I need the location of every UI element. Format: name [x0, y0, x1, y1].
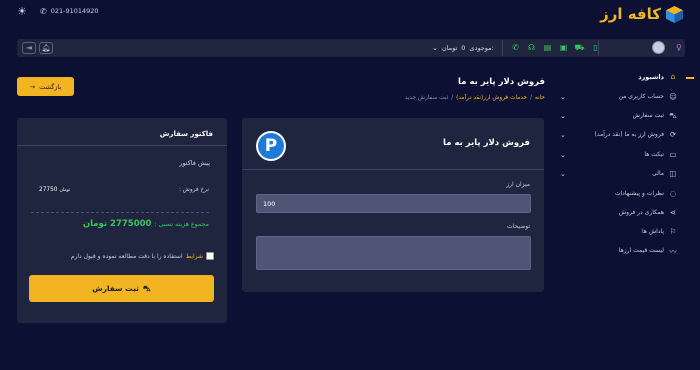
quick-actions: ✆ ☊ ▤ ▣ ⛟ ▯ — [510, 42, 601, 54]
breadcrumb-separator: / — [529, 95, 532, 101]
sidebar-item-price-list[interactable]: 〰 لیست قیمت ارزها — [560, 245, 700, 259]
divider — [502, 40, 503, 56]
chevron-down-icon: ⌄ — [560, 93, 566, 101]
amount-input[interactable] — [256, 194, 531, 213]
form-title: فروش دلار پایر به ما — [443, 138, 530, 148]
sidebar-item-label: مالی — [652, 170, 664, 177]
total-label: مجموع هزینه نسبی : — [154, 221, 209, 228]
home-icon: ⌂ — [670, 72, 676, 81]
breadcrumb-home[interactable]: خانه — [535, 95, 545, 101]
phone-icon[interactable]: ✆ — [510, 42, 521, 53]
headset-icon[interactable]: ☊ — [526, 42, 537, 53]
sidebar-item-label: تیکت ها — [644, 151, 664, 158]
bell-icon: 🔔︎ — [41, 44, 51, 52]
gift-icon: ⚐ — [669, 227, 677, 236]
invoice-subtitle: پیش فاکتور — [179, 159, 210, 167]
payeer-letter: P — [258, 133, 284, 159]
sun-icon[interactable]: ☀ — [17, 6, 28, 17]
divider — [31, 212, 209, 213]
avatar[interactable] — [652, 41, 665, 54]
divider — [242, 169, 544, 170]
amount-label: میزان ارز — [506, 181, 530, 188]
notifications-button[interactable]: 🔔︎ — [39, 42, 53, 54]
document-icon[interactable]: ▤ — [542, 42, 553, 53]
sidebar-item-sell-currency[interactable]: ⌄ ⟳ فروش ارز به ما (نقد درآمد) — [560, 129, 700, 143]
terms-checkbox[interactable] — [206, 252, 214, 260]
sidebar-item-affiliate[interactable]: ⋖ همکاری در فروش — [560, 207, 700, 221]
rate-number: 27750 — [39, 187, 58, 193]
sidebar-item-order[interactable]: ⌄ ⛍ ثبت سفارش — [560, 110, 700, 124]
refresh-icon: ⟳ — [669, 130, 677, 139]
breadcrumb-current: ثبت سفارش جدید — [404, 95, 449, 101]
logout-icon: ⇥ — [26, 44, 32, 52]
terms-text: استفاده را با دقت مطالعه نموده و قبول دا… — [70, 252, 183, 260]
balance-dropdown[interactable]: ⌄ تومان 0 موجودی: — [432, 41, 494, 55]
chevron-down-icon: ⌄ — [560, 151, 566, 159]
user-icon: ☺ — [669, 92, 677, 101]
back-button[interactable]: بازگشت → — [17, 77, 74, 96]
rate-label: نرخ فروش : — [178, 187, 209, 193]
balance-unit: تومان — [441, 44, 458, 52]
comment-icon: ◌ — [669, 189, 677, 198]
total-value: 2775000 تومان — [82, 219, 152, 229]
cube-logo-icon — [665, 5, 684, 23]
cart-icon: ⛍ — [142, 283, 151, 293]
phone-icon: ✆ — [40, 6, 47, 16]
sidebar-item-label: حساب کاربری من — [618, 93, 664, 100]
description-label: توضیحات — [506, 223, 530, 230]
car-icon[interactable]: ⛟ — [574, 42, 585, 53]
rate-unit: تومان — [59, 188, 71, 193]
active-indicator — [686, 77, 694, 79]
invoice-title: فاکتور سفارش — [159, 130, 213, 138]
breadcrumb-section[interactable]: خدمات فروش ارز(نقد درآمد) — [456, 95, 527, 101]
sidebar-item-dashboard[interactable]: ⌂ داشبورد — [560, 71, 700, 85]
submit-order-button[interactable]: ⛍ ثبت سفارش — [29, 275, 214, 302]
sidebar-item-label: فروش ارز به ما (نقد درآمد) — [594, 131, 664, 138]
balance-label: موجودی: — [469, 44, 494, 52]
rate-value: 27750 تومان — [39, 187, 70, 193]
chat-icon: ▭ — [669, 150, 677, 159]
phone-number: 021-91014920 — [50, 7, 99, 15]
chevron-down-icon: ⌄ — [560, 170, 566, 178]
arrow-right-icon: → — [29, 82, 36, 91]
terms-agreement: شرایط استفاده را با دقت مطالعه نموده و ق… — [71, 252, 214, 260]
chevron-down-icon: ⌄ — [560, 112, 566, 120]
sidebar-item-feedback[interactable]: ◌ نظرات و پیشنهادات — [560, 188, 700, 202]
balance-value: 0 — [461, 44, 466, 52]
page-title: فروش دلار پایر به ما — [458, 77, 545, 87]
id-card-icon[interactable]: ▣ — [558, 42, 569, 53]
wallet-icon: ◫ — [669, 169, 677, 178]
terms-link[interactable]: شرایط — [186, 253, 203, 260]
sidebar-item-label: نظرات و پیشنهادات — [614, 190, 664, 197]
logo[interactable]: کافه ارز — [600, 4, 684, 24]
cart-icon: ⛍ — [669, 111, 677, 120]
divider — [598, 40, 599, 56]
chart-icon: 〰 — [669, 247, 677, 256]
breadcrumb: خانه / خدمات فروش ارز(نقد درآمد) / ثبت س… — [405, 95, 545, 101]
sidebar-item-label: ثبت سفارش — [632, 112, 664, 119]
sidebar-item-label: لیست قیمت ارزها — [618, 247, 664, 254]
payeer-logo-icon: P — [256, 131, 286, 161]
submit-label: ثبت سفارش — [92, 284, 139, 293]
back-label: بازگشت — [39, 82, 62, 91]
logo-text: کافه ارز — [600, 5, 661, 23]
sidebar-item-label: همکاری در فروش — [618, 209, 664, 216]
logout-button[interactable]: ⇥ — [22, 42, 36, 54]
sidebar-item-label: پاداش ها — [641, 228, 664, 235]
total-cost: مجموع هزینه نسبی : 2775000 تومان — [83, 219, 209, 229]
user-icon[interactable]: ♀ — [676, 43, 682, 52]
sidebar-item-finance[interactable]: ⌄ ◫ مالی — [560, 168, 700, 182]
breadcrumb-separator: / — [451, 95, 454, 101]
sidebar-item-rewards[interactable]: ⚐ پاداش ها — [560, 226, 700, 240]
sidebar-item-tickets[interactable]: ⌄ ▭ تیکت ها — [560, 149, 700, 163]
share-icon: ⋖ — [669, 208, 677, 217]
description-textarea[interactable] — [256, 236, 531, 270]
sidebar-item-label: داشبورد — [638, 73, 664, 81]
mobile-icon[interactable]: ▯ — [590, 42, 601, 53]
chevron-down-icon: ⌄ — [432, 44, 438, 52]
sidebar-item-account[interactable]: ⌄ ☺ حساب کاربری من — [560, 91, 700, 105]
support-phone: ✆ 021-91014920 — [40, 5, 99, 17]
divider — [17, 145, 227, 146]
chevron-down-icon: ⌄ — [560, 131, 566, 139]
